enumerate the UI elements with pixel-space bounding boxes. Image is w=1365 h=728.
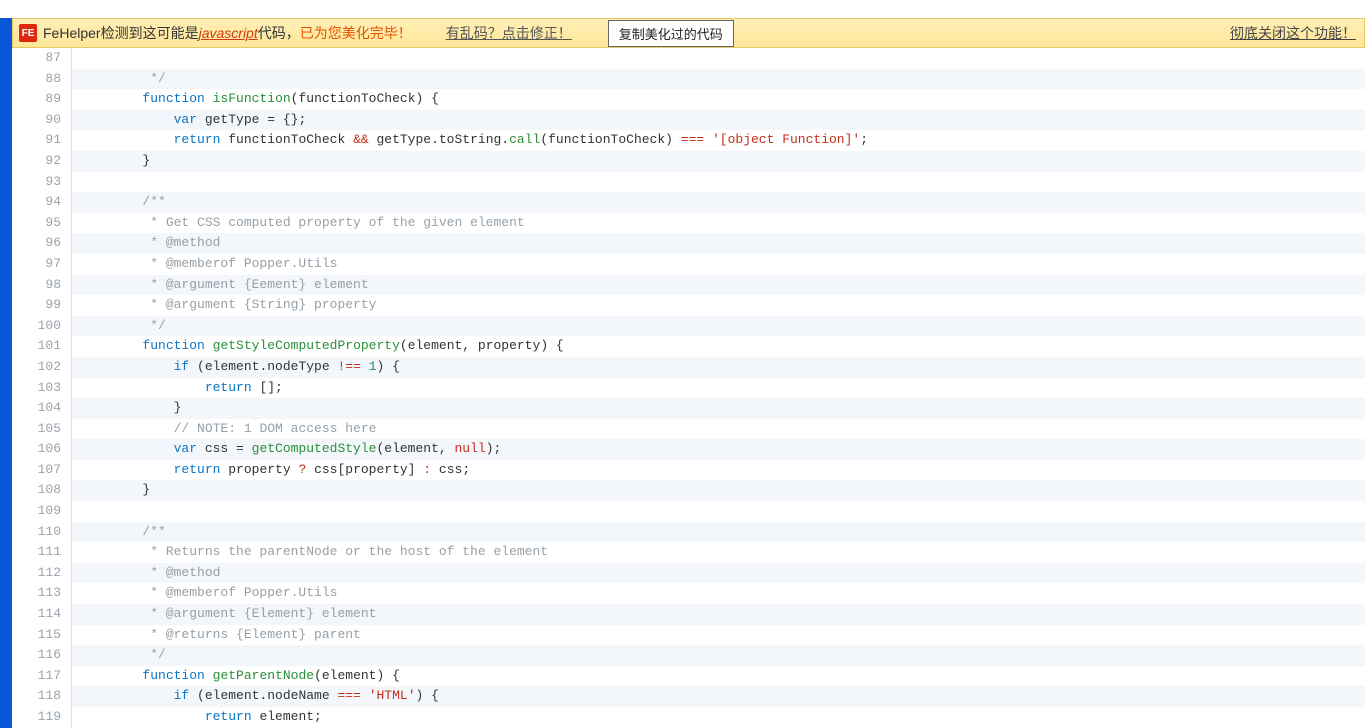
line-number: 110 (12, 522, 61, 543)
line-number: 117 (12, 666, 61, 687)
fehelper-icon: FE (19, 24, 37, 42)
fix-encoding-link[interactable]: 有乱码？点击修正！ (446, 23, 572, 43)
line-number: 116 (12, 645, 61, 666)
code-line: if (element.nodeName === 'HTML') { (72, 686, 1365, 707)
code-line: var getType = {}; (72, 110, 1365, 131)
code-line: function getParentNode(element) { (72, 666, 1365, 687)
line-number: 90 (12, 110, 61, 131)
code-line: return element; (72, 707, 1365, 728)
code-line: */ (72, 69, 1365, 90)
notice-done: 已为您美化完毕！ (300, 23, 412, 43)
code-line: if (element.nodeType !== 1) { (72, 357, 1365, 378)
line-number: 104 (12, 398, 61, 419)
line-number: 113 (12, 583, 61, 604)
code-line: } (72, 398, 1365, 419)
notice-prefix: FeHelper检测到这可能是 (43, 23, 199, 43)
page-root: FE FeHelper检测到这可能是 javascript 代码， 已为您美化完… (0, 0, 1365, 728)
notice-mid: 代码， (258, 23, 300, 43)
line-number: 109 (12, 501, 61, 522)
line-number: 114 (12, 604, 61, 625)
line-number: 99 (12, 295, 61, 316)
code-line: * @memberof Popper.Utils (72, 254, 1365, 275)
code-line: /** (72, 192, 1365, 213)
line-number: 101 (12, 336, 61, 357)
code-line: return functionToCheck && getType.toStri… (72, 130, 1365, 151)
line-number: 88 (12, 69, 61, 90)
code-content: */ function isFunction(functionToCheck) … (72, 48, 1365, 728)
line-number: 89 (12, 89, 61, 110)
line-number: 107 (12, 460, 61, 481)
code-line: * @method (72, 233, 1365, 254)
code-line (72, 172, 1365, 193)
line-number: 93 (12, 172, 61, 193)
code-line: */ (72, 645, 1365, 666)
code-line (72, 501, 1365, 522)
code-line (72, 48, 1365, 69)
line-number: 91 (12, 130, 61, 151)
line-number: 112 (12, 563, 61, 584)
code-line: // NOTE: 1 DOM access here (72, 419, 1365, 440)
fehelper-notice-bar: FE FeHelper检测到这可能是 javascript 代码， 已为您美化完… (12, 18, 1365, 48)
code-viewer[interactable]: 8788899091929394959697989910010110210310… (12, 48, 1365, 728)
line-number: 87 (12, 48, 61, 69)
code-line: var css = getComputedStyle(element, null… (72, 439, 1365, 460)
line-number: 103 (12, 378, 61, 399)
line-number: 94 (12, 192, 61, 213)
code-line: * Returns the parentNode or the host of … (72, 542, 1365, 563)
line-number: 92 (12, 151, 61, 172)
line-number: 97 (12, 254, 61, 275)
line-number: 108 (12, 480, 61, 501)
code-line: * @argument {Eement} element (72, 275, 1365, 296)
language-link[interactable]: javascript (199, 25, 258, 41)
line-number: 118 (12, 686, 61, 707)
code-line: } (72, 480, 1365, 501)
line-number: 105 (12, 419, 61, 440)
line-number: 100 (12, 316, 61, 337)
code-line: return []; (72, 378, 1365, 399)
code-line: * @returns {Element} parent (72, 625, 1365, 646)
code-line: * @argument {Element} element (72, 604, 1365, 625)
code-line: * @memberof Popper.Utils (72, 583, 1365, 604)
line-number: 119 (12, 707, 61, 728)
code-line: function getStyleComputedProperty(elemen… (72, 336, 1365, 357)
line-number: 95 (12, 213, 61, 234)
close-feature-link[interactable]: 彻底关闭这个功能！ (1230, 23, 1356, 43)
copy-code-button[interactable]: 复制美化过的代码 (608, 20, 734, 47)
code-line: * @argument {String} property (72, 295, 1365, 316)
left-accent-bar (0, 18, 12, 728)
line-number: 102 (12, 357, 61, 378)
line-number: 106 (12, 439, 61, 460)
line-number: 96 (12, 233, 61, 254)
code-line: return property ? css[property] : css; (72, 460, 1365, 481)
code-line: * @method (72, 563, 1365, 584)
line-number: 98 (12, 275, 61, 296)
line-number: 111 (12, 542, 61, 563)
line-number-gutter: 8788899091929394959697989910010110210310… (12, 48, 72, 728)
code-line: function isFunction(functionToCheck) { (72, 89, 1365, 110)
code-line: */ (72, 316, 1365, 337)
line-number: 115 (12, 625, 61, 646)
code-line: } (72, 151, 1365, 172)
code-line: /** (72, 522, 1365, 543)
code-line: * Get CSS computed property of the given… (72, 213, 1365, 234)
